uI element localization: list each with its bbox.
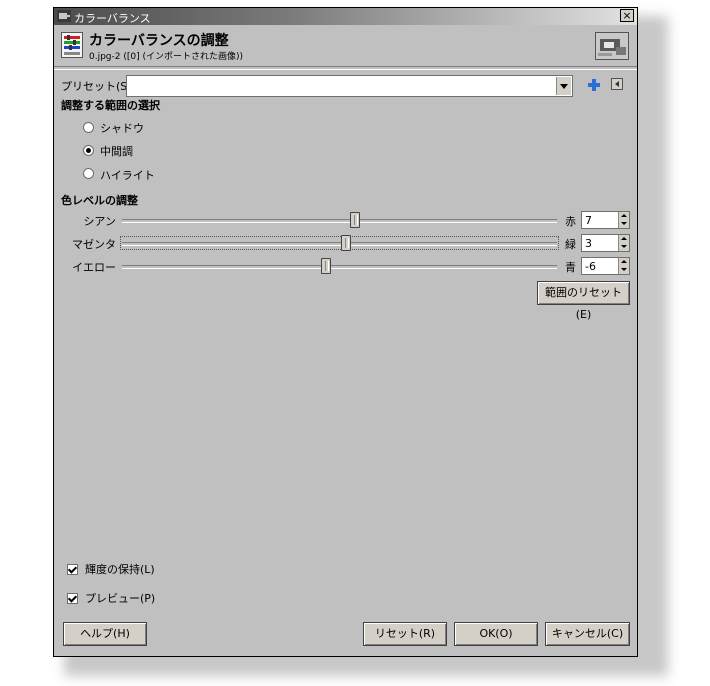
- color-balance-dialog: カラーバランス × カラーバランスの調整 0.jpg-2 ([0] (インポート…: [53, 7, 638, 657]
- range-heading: 調整する範囲の選択: [61, 99, 160, 112]
- image-subtitle: 0.jpg-2 ([0] (インポートされた画像)): [89, 52, 244, 62]
- slider-handle[interactable]: [349, 212, 360, 228]
- preset-label: プリセット(S):: [61, 80, 136, 93]
- header-separator: [54, 66, 637, 70]
- radio-midtones-label[interactable]: 中間調: [100, 143, 133, 159]
- cyan-label: シアン: [83, 215, 116, 228]
- yellow-blue-slider[interactable]: [122, 258, 557, 274]
- preview-checkbox[interactable]: [67, 593, 78, 604]
- radio-shadows[interactable]: [83, 122, 94, 133]
- cyan-red-value[interactable]: 7: [585, 214, 592, 227]
- green-label: 緑: [565, 238, 576, 251]
- blue-label: 青: [565, 261, 576, 274]
- spin-arrows-icon[interactable]: [618, 212, 629, 228]
- window-title: カラーバランス: [74, 12, 151, 25]
- slider-handle[interactable]: [321, 258, 332, 274]
- color-levels-heading: 色レベルの調整: [61, 194, 138, 207]
- cyan-red-spinbox[interactable]: 7: [581, 211, 630, 229]
- reset-button[interactable]: リセット(R): [363, 622, 447, 646]
- spin-arrows-icon[interactable]: [618, 258, 629, 274]
- close-button[interactable]: ×: [620, 9, 634, 22]
- preview-label[interactable]: プレビュー(P): [85, 590, 155, 606]
- title-bar[interactable]: カラーバランス ×: [54, 8, 637, 25]
- radio-highlights[interactable]: [83, 168, 94, 179]
- add-preset-icon[interactable]: [587, 78, 601, 92]
- color-balance-icon: [61, 32, 83, 58]
- cyan-red-slider[interactable]: [122, 212, 557, 228]
- radio-highlights-label[interactable]: ハイライト: [100, 167, 155, 183]
- dialog-title: カラーバランスの調整: [89, 33, 229, 49]
- slider-track: [122, 219, 557, 223]
- chevron-down-icon[interactable]: [556, 77, 571, 95]
- yellow-blue-spinbox[interactable]: -6: [581, 257, 630, 275]
- red-label: 赤: [565, 215, 576, 228]
- gimp-app-icon: [57, 10, 71, 22]
- radio-shadows-label[interactable]: シャドウ: [100, 120, 144, 136]
- spin-arrows-icon[interactable]: [618, 235, 629, 251]
- preset-menu-button[interactable]: [611, 78, 623, 90]
- yellow-blue-value[interactable]: -6: [585, 260, 596, 273]
- dialog-header: カラーバランスの調整 0.jpg-2 ([0] (インポートされた画像)): [54, 26, 637, 66]
- magenta-green-spinbox[interactable]: 3: [581, 234, 630, 252]
- cancel-button[interactable]: キャンセル(C): [545, 622, 630, 646]
- magenta-green-value[interactable]: 3: [585, 237, 592, 250]
- image-thumbnail: [595, 32, 629, 60]
- thumbnail-image-icon: [596, 33, 628, 59]
- slider-track: [122, 265, 557, 269]
- magenta-green-slider[interactable]: [120, 235, 559, 251]
- slider-handle[interactable]: [341, 235, 352, 251]
- preserve-luminosity-checkbox[interactable]: [67, 564, 78, 575]
- preserve-luminosity-label[interactable]: 輝度の保持(L): [85, 561, 155, 577]
- help-button[interactable]: ヘルプ(H): [63, 622, 147, 646]
- slider-track: [122, 242, 557, 246]
- magenta-label: マゼンタ: [72, 238, 116, 251]
- preset-combo[interactable]: [126, 75, 573, 97]
- reset-range-button[interactable]: 範囲のリセット(E): [537, 281, 630, 321]
- radio-midtones[interactable]: [83, 145, 94, 156]
- ok-button[interactable]: OK(O): [454, 622, 538, 646]
- yellow-label: イエロー: [72, 261, 116, 274]
